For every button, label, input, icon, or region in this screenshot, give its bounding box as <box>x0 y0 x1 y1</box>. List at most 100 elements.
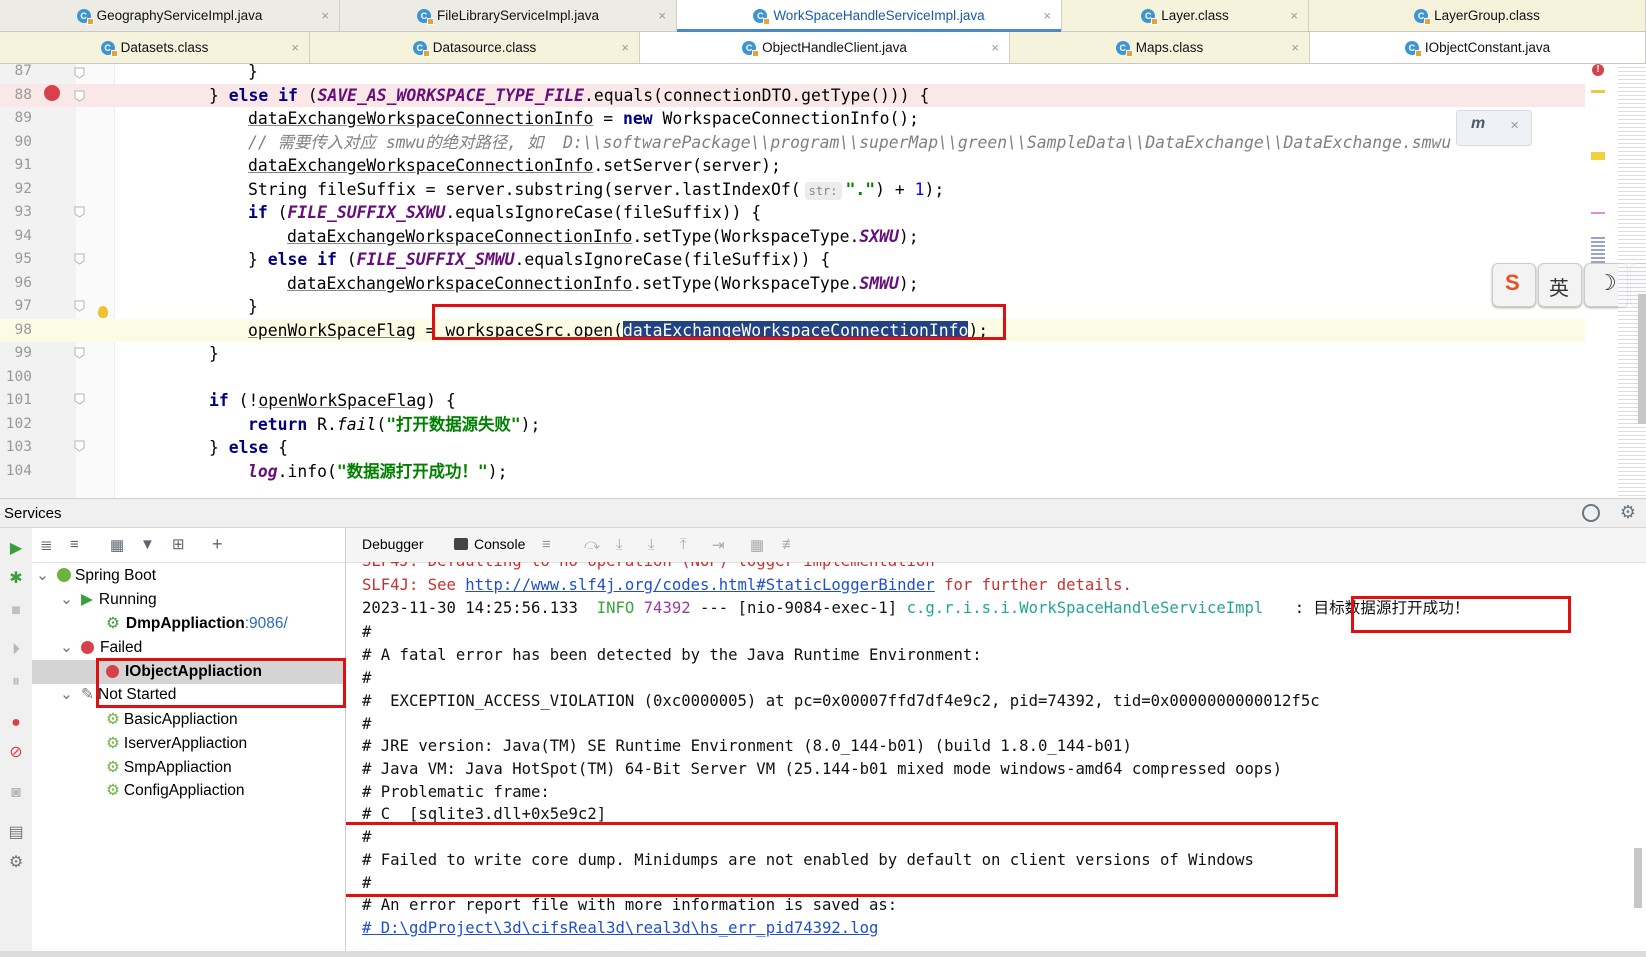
step-over-icon[interactable]: ⤼ <box>584 536 600 553</box>
console-panel: Debugger Console ≡ ⤼ ⤓ ⤓ ⤒ ⇥ ▦ ≢ SLF4J: … <box>346 528 1646 957</box>
error-stripe[interactable] <box>1591 82 1605 462</box>
new-tab-icon[interactable]: ⊞ <box>172 535 185 553</box>
tab-label: GeographyServiceImpl.java <box>96 8 263 23</box>
tab-layer[interactable]: C Layer.class × <box>1062 0 1309 31</box>
tab-debugger[interactable]: Debugger <box>362 536 424 552</box>
tree-toolbar: ≣ ≡ ▦ ▼ ⊞ + <box>32 528 345 563</box>
port-link[interactable]: :9086/ <box>245 615 288 632</box>
add-icon[interactable]: + <box>212 534 223 555</box>
camera-icon[interactable]: ◙ <box>7 784 25 802</box>
tab-label: Maps.class <box>1135 40 1204 55</box>
tree-node-smp-app[interactable]: ⚙ SmpAppliaction <box>106 756 232 780</box>
wrench-icon: ✎ <box>81 686 94 703</box>
console-icon <box>454 538 468 550</box>
globe-icon[interactable] <box>1582 504 1600 522</box>
services-side-toolbar: ▶ ✱ ■ ⏵ ⏸ ● ⊘ ◙ ▤ ⚙ <box>0 528 33 957</box>
tab-console[interactable]: Console <box>474 536 525 552</box>
close-icon[interactable]: × <box>1291 40 1299 55</box>
evaluate-icon[interactable]: ▦ <box>750 536 764 554</box>
tab-datasets[interactable]: C Datasets.class × <box>0 32 310 63</box>
close-icon[interactable]: × <box>621 40 629 55</box>
class-icon: C <box>753 8 771 25</box>
pause-icon[interactable]: ⏸ <box>7 673 25 691</box>
sogou-icon[interactable]: S <box>1492 263 1536 307</box>
filter-icon[interactable]: ▼ <box>140 536 155 553</box>
panel-title: Services <box>4 505 62 522</box>
mute-breakpoints-icon[interactable]: ⊘ <box>7 744 25 762</box>
scrollbar-track[interactable] <box>1638 294 1646 424</box>
layout-icon[interactable]: ▤ <box>7 824 25 842</box>
tree-node-failed[interactable]: ⌄ Failed <box>60 636 142 660</box>
step-out-icon[interactable]: ⤒ <box>680 536 687 553</box>
class-icon: C <box>416 8 434 25</box>
tree-node-iserver-app[interactable]: ⚙ IserverAppliaction <box>106 732 247 756</box>
ime-lang-button[interactable]: 英 <box>1538 263 1582 307</box>
code-line: 92 String fileSuffix = server.substring(s… <box>14 179 945 200</box>
settings-icon[interactable]: ⚙ <box>7 854 25 872</box>
expand-all-icon[interactable]: ≣ <box>40 536 53 554</box>
tab-label: LayerGroup.class <box>1434 8 1540 23</box>
resume-icon[interactable]: ⏵ <box>7 641 25 659</box>
breakpoints-icon[interactable]: ● <box>7 714 25 732</box>
console-line: # Java VM: Java HotSpot(TM) 64-Bit Serve… <box>362 760 1283 778</box>
lightbulb-icon[interactable] <box>98 306 108 318</box>
gear-icon: ⚙ <box>106 782 120 799</box>
tab-iobjectconstant[interactable]: C IObjectConstant.java <box>1310 32 1646 63</box>
code-line: 104 log.info("数据源打开成功！"); <box>5 461 508 481</box>
trace-icon[interactable]: ≢ <box>782 536 797 553</box>
force-step-into-icon[interactable]: ⤓ <box>648 536 655 553</box>
parameter-hint: str: <box>804 181 842 200</box>
tree-node-basic-app[interactable]: ⚙ BasicAppliaction <box>106 708 238 732</box>
tab-workspacehandleserviceimpl[interactable]: C WorkSpaceHandleServiceImpl.java × <box>677 0 1062 32</box>
close-icon[interactable]: × <box>321 8 329 23</box>
breakpoint-icon[interactable] <box>44 85 60 101</box>
collapse-all-icon[interactable]: ≡ <box>70 536 79 553</box>
code-line: 100 <box>5 368 32 385</box>
close-icon[interactable]: × <box>291 40 299 55</box>
tab-datasource[interactable]: C Datasource.class × <box>310 32 640 63</box>
stop-icon[interactable]: ■ <box>7 602 25 620</box>
close-icon[interactable]: × <box>1290 8 1298 23</box>
close-icon[interactable]: × <box>658 8 666 23</box>
class-icon: C <box>742 40 760 57</box>
highlight-box-success-msg <box>1351 596 1571 633</box>
error-indicator-icon[interactable]: ! <box>1592 64 1604 76</box>
error-log-link[interactable]: # D:\gdProject\3d\cifsReal3d\real3d\hs_e… <box>362 917 878 941</box>
console-output[interactable]: SLF4J: Defaulting to no-operation (NOP) … <box>346 562 1646 957</box>
tab-geographyserviceimpl[interactable]: C GeographyServiceImpl.java × <box>0 0 340 31</box>
close-icon[interactable]: × <box>991 40 999 55</box>
menu-icon[interactable]: ≡ <box>542 536 551 553</box>
tab-label: Layer.class <box>1161 8 1229 23</box>
code-line: 93 if (FILE_SUFFIX_SXWU.equalsIgnoreCase(… <box>14 203 762 222</box>
tab-filelibraryserviceimpl[interactable]: C FileLibraryServiceImpl.java × <box>340 0 677 31</box>
group-icon[interactable]: ▦ <box>110 536 124 554</box>
code-line: 102 return R.fail("打开数据源失败"); <box>5 414 541 434</box>
tree-node-config-app[interactable]: ⚙ ConfigAppliaction <box>106 779 245 803</box>
run-to-cursor-icon[interactable]: ⇥ <box>712 536 725 554</box>
fold-markers[interactable] <box>74 64 86 498</box>
gear-icon[interactable]: ⚙ <box>1620 502 1636 523</box>
gear-icon: ⚙ <box>106 711 120 728</box>
m-plugin-badge[interactable]: m × <box>1456 110 1532 146</box>
tree-node-running[interactable]: ⌄ ▶ Running <box>60 588 157 612</box>
highlight-box-open-call <box>432 304 1006 340</box>
code-line: 99} <box>14 344 219 363</box>
step-into-icon[interactable]: ⤓ <box>616 536 623 553</box>
code-line: 90// 需要传入对应 smwu的绝对路径, 如 D:\\softwarePac… <box>14 132 1452 152</box>
slf4j-link[interactable]: http://www.slf4j.org/codes.html#StaticLo… <box>465 576 934 594</box>
tree-node-spring-boot[interactable]: ⌄ Spring Boot <box>36 564 156 588</box>
tab-layergroup[interactable]: C LayerGroup.class <box>1309 0 1646 31</box>
debug-icon[interactable]: ✱ <box>7 570 25 588</box>
tab-maps[interactable]: C Maps.class × <box>1010 32 1310 63</box>
code-editor[interactable]: 87} 88} else if (SAVE_AS_WORKSPACE_TYPE_… <box>0 64 1646 498</box>
tab-objecthandleclient[interactable]: C ObjectHandleClient.java × <box>640 32 1010 63</box>
highlight-box-core-dump <box>346 822 1338 897</box>
editor-tabs-row-2: C Datasets.class × C Datasource.class × CO… <box>0 32 1646 64</box>
status-bar <box>0 951 1646 957</box>
close-icon[interactable]: × <box>1043 8 1051 23</box>
console-scrollbar[interactable] <box>1634 848 1642 908</box>
run-icon[interactable]: ▶ <box>7 540 25 558</box>
tree-node-dmp-app[interactable]: ⚙ DmpAppliaction:9086/ <box>106 612 288 636</box>
close-icon[interactable]: × <box>1510 117 1519 134</box>
code-line: 88} else if (SAVE_AS_WORKSPACE_TYPE_FILE… <box>0 83 1585 107</box>
